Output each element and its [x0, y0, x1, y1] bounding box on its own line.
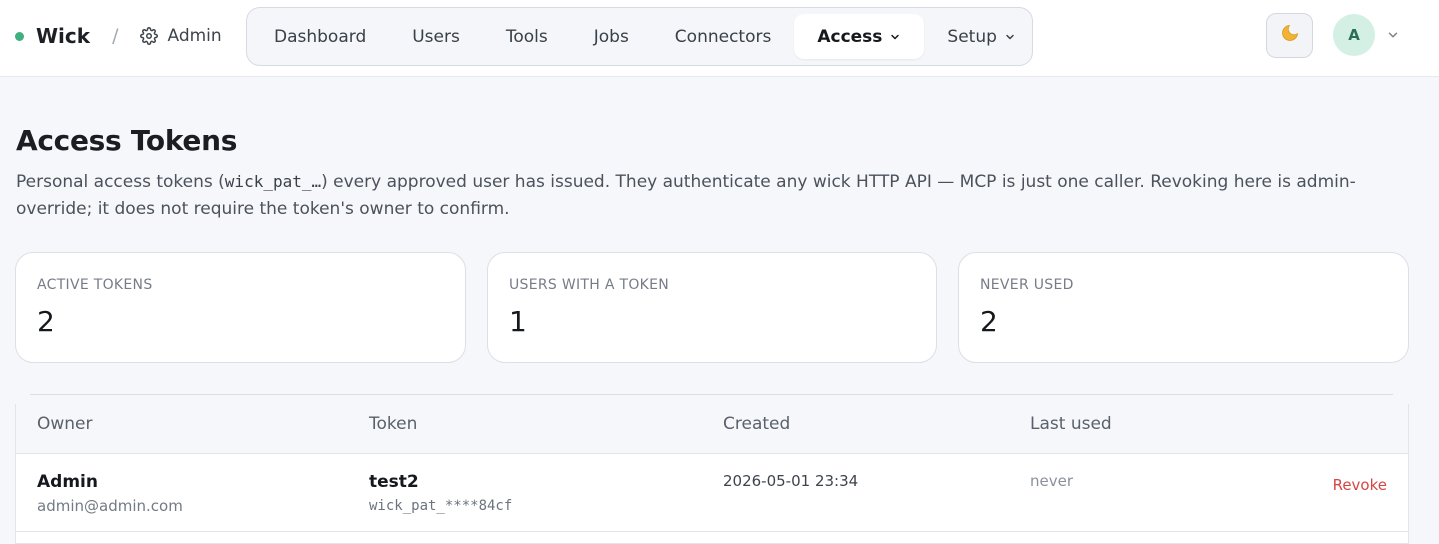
- nav-label: Connectors: [674, 26, 772, 47]
- stat-label: ACTIVE TOKENS: [37, 277, 153, 293]
- owner-name: Admin: [37, 472, 98, 492]
- column-header-last-used[interactable]: Last used: [1030, 414, 1112, 434]
- chevron-down-icon: [889, 31, 901, 43]
- main-nav: Dashboard Users Tools Jobs Connectors Ac…: [246, 7, 1033, 66]
- table-row: Admin admin@admin.com test2 wick_pat_***…: [16, 454, 1408, 532]
- tokens-table: Owner Token Created Last used Admin admi…: [15, 404, 1409, 544]
- column-header-owner[interactable]: Owner: [37, 414, 93, 434]
- nav-jobs[interactable]: Jobs: [571, 14, 652, 59]
- avatar[interactable]: A: [1333, 14, 1375, 56]
- stat-value: 1: [509, 305, 527, 338]
- created-date: 2026-05-01 23:34: [723, 472, 859, 490]
- last-used: never: [1030, 472, 1074, 490]
- divider: [30, 394, 1393, 395]
- stat-value: 2: [37, 305, 55, 338]
- nav-access[interactable]: Access: [794, 14, 925, 59]
- page-title: Access Tokens: [16, 124, 238, 157]
- nav-label: Tools: [505, 26, 548, 47]
- nav-label: Setup: [947, 26, 997, 47]
- top-bar: Wick / Admin Dashboard Users Tools Jobs …: [0, 0, 1439, 77]
- nav-connectors[interactable]: Connectors: [652, 14, 795, 59]
- table-header: Owner Token Created Last used: [16, 404, 1408, 454]
- token-mask: wick_pat_****84cf: [369, 498, 513, 514]
- stat-card-never-used: NEVER USED 2: [958, 252, 1409, 363]
- nav-setup[interactable]: Setup: [924, 14, 1038, 59]
- token-name: test2: [369, 472, 419, 492]
- nav-dashboard[interactable]: Dashboard: [251, 14, 389, 59]
- nav-label: Access: [817, 26, 883, 47]
- stat-card-active-tokens: ACTIVE TOKENS 2: [15, 252, 466, 363]
- owner-email: admin@admin.com: [37, 497, 183, 515]
- nav-label: Users: [412, 26, 460, 47]
- stat-label: NEVER USED: [980, 277, 1074, 293]
- stat-value: 2: [980, 305, 998, 338]
- breadcrumb-admin[interactable]: Admin: [167, 26, 221, 46]
- page-description: Personal access tokens (wick_pat_…) ever…: [16, 168, 1416, 223]
- nav-tools[interactable]: Tools: [483, 14, 571, 59]
- brand-name[interactable]: Wick: [36, 24, 90, 48]
- brand: Wick / Admin: [15, 22, 222, 50]
- stat-card-users-with-token: USERS WITH A TOKEN 1: [487, 252, 937, 363]
- moon-icon: [1280, 23, 1300, 48]
- nav-users[interactable]: Users: [389, 14, 483, 59]
- nav-label: Jobs: [593, 26, 629, 47]
- revoke-button[interactable]: Revoke: [1333, 476, 1387, 494]
- column-header-created[interactable]: Created: [723, 414, 790, 434]
- breadcrumb-separator: /: [112, 25, 119, 47]
- nav-label: Dashboard: [274, 26, 367, 47]
- column-header-token[interactable]: Token: [369, 414, 417, 434]
- gear-icon: [140, 27, 159, 45]
- theme-toggle-button[interactable]: [1266, 13, 1313, 58]
- chevron-down-icon[interactable]: [1386, 28, 1400, 42]
- stat-label: USERS WITH A TOKEN: [509, 277, 670, 293]
- description-text: Personal access tokens (: [16, 172, 225, 192]
- status-dot: [15, 31, 24, 41]
- chevron-down-icon: [1004, 31, 1016, 43]
- token-prefix-code: wick_pat_…: [224, 172, 322, 191]
